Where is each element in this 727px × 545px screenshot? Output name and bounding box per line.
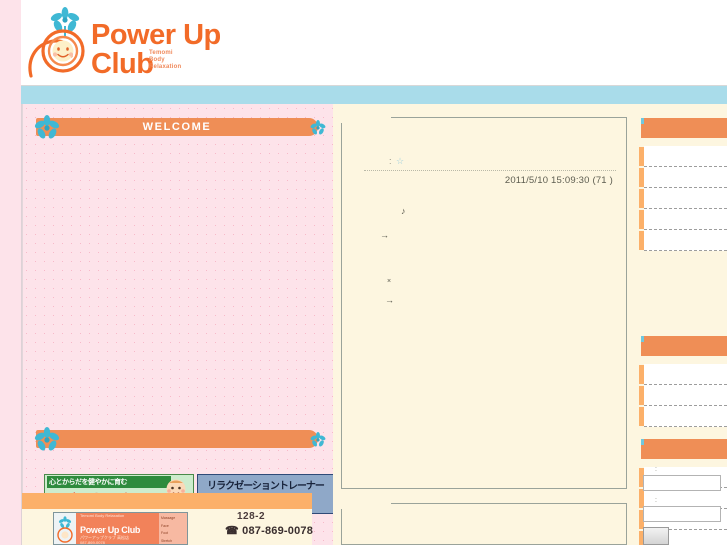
sidebar-section-3-header[interactable] [641, 439, 727, 459]
business-card-menu-item-1: Massage [161, 516, 176, 520]
left-divider [22, 104, 23, 545]
post-timestamp: 2011/5/10 15:09:30 (71 ) [504, 175, 613, 186]
contact-phone: ☎ 087-869-0078 [225, 525, 314, 537]
list-item[interactable] [639, 167, 727, 188]
business-card-main-panel: Temomi Body Relaxation Power Up Club パワー… [76, 513, 159, 544]
logo-text-club: Club [91, 48, 153, 80]
sidebar-section-1-list [639, 146, 727, 251]
cross-icon: × [387, 278, 392, 285]
search-submit-button[interactable] [643, 527, 669, 545]
business-card-menu-panel: Massage Face Foot Stretch Aroma Relax [159, 513, 187, 544]
left-sidebar: WELCOME 心とからだを健やかに育む リラクゼーショントレーナー [21, 104, 334, 545]
list-item-marker [639, 210, 644, 229]
list-item[interactable] [639, 364, 727, 385]
list-item-marker [639, 386, 644, 405]
business-card-title: Power Up Club [80, 525, 141, 535]
arrow-right-icon-1: → [380, 230, 389, 240]
business-card-menu-item-4: Stretch [161, 538, 173, 543]
list-item-marker [639, 407, 644, 426]
list-item[interactable] [639, 385, 727, 406]
sidebar-section-1-header[interactable] [641, 118, 727, 138]
sidebar-section-2-tab [641, 336, 644, 342]
page-root: Power Up Club Temomi Body Relaxation WEL… [0, 0, 727, 545]
logo-text-power-up: Power Up [91, 19, 221, 51]
main-content: : ☆ 2011/5/10 15:09:30 (71 ) ♪ → × → [333, 104, 706, 545]
star-icon: ☆ [396, 156, 406, 166]
post-meta-prefix: : [389, 156, 393, 166]
list-item[interactable] [639, 188, 727, 209]
music-note-icon: ♪ [401, 206, 406, 216]
list-item[interactable] [639, 146, 727, 167]
business-card-supertitle: Temomi Body Relaxation [80, 513, 125, 518]
business-card-sub2: 087-869-0078 [80, 540, 105, 545]
business-card-menu-item-3: Foot [161, 531, 169, 535]
logo-tagline: Temomi Body Relaxation [149, 50, 181, 71]
search-input-1[interactable] [643, 475, 721, 491]
site-logo[interactable]: Power Up Club Temomi Body Relaxation [25, 6, 225, 82]
article-panel-2-notch [341, 503, 391, 509]
list-item-marker [639, 231, 644, 250]
logo-tagline-line2: Body [149, 57, 165, 63]
article-panel-1-notch [341, 117, 391, 123]
arrow-right-icon-2: → [385, 295, 394, 305]
article-panel-1: : ☆ 2011/5/10 15:09:30 (71 ) ♪ → × → [341, 117, 627, 489]
contact-section-header [22, 493, 312, 509]
list-item[interactable] [639, 406, 727, 427]
list-item-marker [639, 189, 644, 208]
contact-address: 128-2 [237, 511, 266, 522]
search-field-1-label: : [655, 466, 658, 473]
business-card-logo-icon [57, 516, 73, 543]
contact-section-body: Temomi Body Relaxation Power Up Club パワー… [22, 509, 314, 545]
sidebar-section-2-header[interactable] [641, 336, 727, 356]
sidebar-section-3-tab [641, 439, 644, 445]
search-field-2-label: : [655, 497, 658, 504]
logo-graphic: Power Up Club [28, 7, 221, 80]
search-input-2[interactable] [643, 506, 721, 522]
sidebar-section-1-tab [641, 118, 644, 124]
welcome-ribbon-label: WELCOME [142, 121, 212, 133]
welcome-ribbon[interactable]: WELCOME [36, 118, 318, 136]
secondary-ribbon[interactable] [36, 430, 318, 448]
post-divider-1 [364, 170, 616, 172]
list-item[interactable] [639, 230, 727, 251]
business-card-image: Temomi Body Relaxation Power Up Club パワー… [53, 512, 188, 545]
sidebar-section-2-list [639, 364, 727, 427]
list-item-marker [639, 365, 644, 384]
article-panel-2 [341, 503, 627, 545]
business-card-menu-item-2: Face [161, 523, 169, 528]
list-item[interactable] [639, 209, 727, 230]
post-meta-1: : ☆ [389, 156, 405, 167]
baby-massage-banner-top: 心とからだを健やかに育む [47, 476, 171, 488]
relaxation-trainer-banner-top: リラクゼーショントレーナー [207, 481, 325, 492]
list-item-marker [639, 147, 644, 166]
site-header: Power Up Club Temomi Body Relaxation [21, 0, 727, 86]
business-card-left-panel [54, 513, 76, 544]
list-item-marker [639, 168, 644, 187]
logo-tagline-line3: Relaxation [149, 64, 182, 70]
header-blue-band [21, 86, 727, 104]
logo-tagline-line1: Temomi [149, 50, 173, 56]
